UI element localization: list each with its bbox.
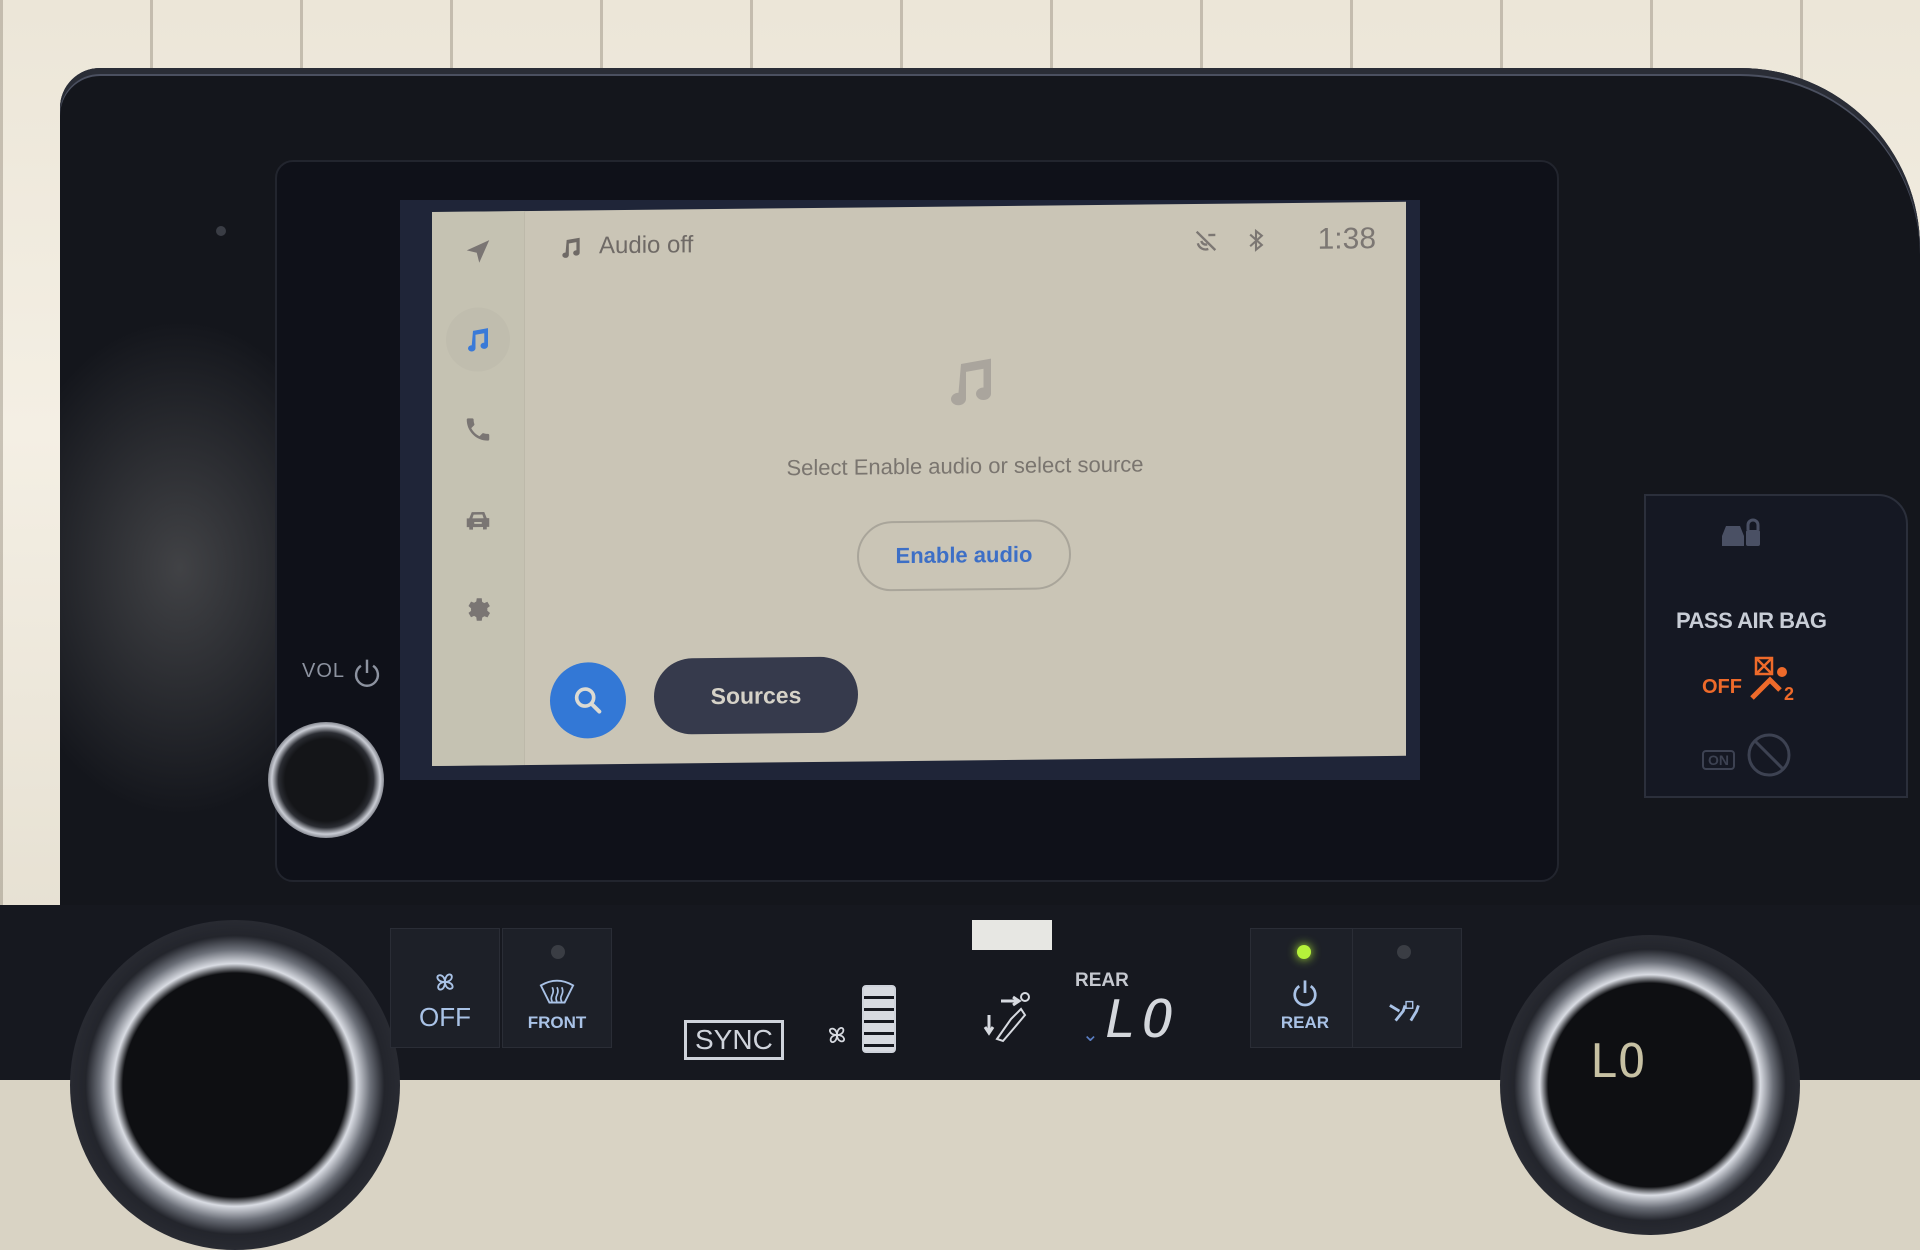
infotainment-screen: Audio off 1:38 Select Enable audio or se… (432, 201, 1406, 766)
phone-icon (466, 418, 490, 441)
rail-item-vehicle[interactable] (446, 487, 510, 552)
rear-power-led (1297, 945, 1311, 959)
airbag-off-label: OFF (1702, 676, 1742, 698)
seat-number: 2 (1784, 684, 1794, 702)
sticker (972, 920, 1052, 950)
ambient-sensor (216, 226, 226, 236)
rail-item-audio[interactable] (446, 307, 510, 372)
music-note-icon (468, 328, 488, 352)
rear-climate-lock-button[interactable] (1352, 928, 1462, 1048)
airbag-on-icon (1747, 733, 1791, 777)
airbag-on-label: ON (1702, 750, 1735, 770)
airflow-seat-icon (983, 992, 1030, 1043)
rear-power-button[interactable]: REAR (1250, 928, 1360, 1048)
front-defrost-label: FRONT (527, 1013, 587, 1032)
airbag-off-icon: 2 (1750, 656, 1794, 702)
navigation-arrow-icon (466, 240, 490, 263)
child-lock-icon (1722, 518, 1760, 546)
fan-off-label: OFF (419, 1002, 471, 1032)
side-rail (432, 211, 525, 766)
rail-item-settings[interactable] (446, 577, 510, 642)
rear-temp-display: LO (1105, 990, 1180, 1050)
fan-off-button[interactable]: OFF (390, 928, 500, 1048)
fan-speed-bars (862, 985, 896, 1053)
airbag-indicator-panel: PASS AIR BAG OFF 2 ON (1644, 494, 1908, 798)
search-icon (574, 687, 602, 714)
enable-audio-button[interactable]: Enable audio (857, 519, 1071, 592)
fan-icon (436, 973, 454, 991)
rail-item-phone[interactable] (446, 397, 510, 462)
front-defrost-led (551, 945, 565, 959)
power-icon (354, 659, 380, 687)
rear-label: REAR (1075, 970, 1129, 991)
power-icon (1293, 980, 1317, 1007)
sync-button[interactable]: SYNC (684, 1020, 784, 1060)
volume-label: VOL (302, 660, 346, 682)
rear-climate-lock-icon (1389, 1000, 1420, 1022)
front-defrost-button[interactable]: FRONT (502, 928, 612, 1048)
fan-speed-icon (829, 1027, 845, 1043)
hint-text: Select Enable audio or select source (786, 451, 1144, 481)
car-icon (466, 511, 490, 530)
rear-lock-led (1397, 945, 1411, 959)
pass-airbag-label: PASS AIR BAG (1676, 608, 1827, 633)
front-defrost-icon (539, 979, 575, 1004)
gear-icon (468, 598, 490, 621)
left-temp-knob[interactable] (70, 920, 400, 1250)
right-temp-knob[interactable] (1500, 935, 1800, 1235)
rail-item-navigation[interactable] (446, 219, 510, 284)
chevron-down-icon: ⌄ (1082, 1024, 1099, 1046)
sources-button[interactable]: Sources (654, 656, 858, 735)
rear-power-label: REAR (1280, 1013, 1330, 1032)
music-note-placeholder-icon (951, 358, 991, 406)
search-button[interactable] (550, 661, 626, 739)
volume-knob[interactable] (268, 722, 384, 838)
